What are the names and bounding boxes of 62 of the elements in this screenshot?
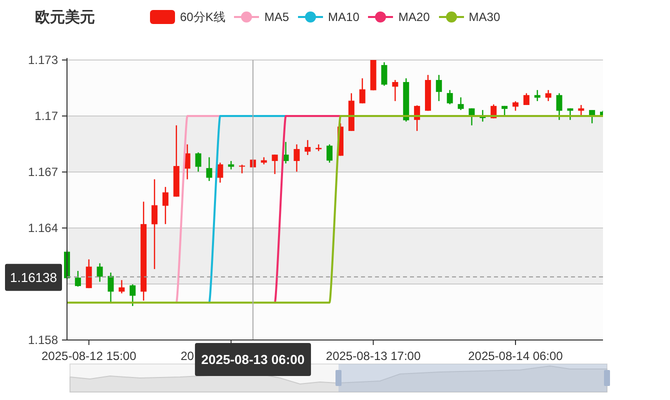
candlestick <box>195 152 202 172</box>
axis-label: 1.164 <box>28 221 58 235</box>
slider-handle[interactable] <box>336 370 342 386</box>
candlestick <box>468 108 475 126</box>
candlestick <box>239 164 246 174</box>
candlestick <box>512 101 518 111</box>
legend-item[interactable]: 60分K线 <box>150 8 226 26</box>
candlestick <box>74 270 81 287</box>
axis-label: 1.158 <box>28 333 58 347</box>
candlestick <box>446 90 453 104</box>
ref-line-label: 1.16138 <box>10 270 57 285</box>
candlestick <box>458 97 464 110</box>
candlestick <box>534 90 540 102</box>
candlestick <box>130 284 136 306</box>
candlestick <box>403 78 410 122</box>
candlestick <box>502 106 508 116</box>
candlestick <box>567 108 574 120</box>
candlestick <box>359 78 366 104</box>
price-tooltip: 1.16138 <box>5 264 62 291</box>
axis-label: 2025-08-13 17:00 <box>326 349 421 363</box>
legend-item[interactable]: MA5 <box>234 10 290 24</box>
candlestick <box>556 93 562 120</box>
axis-label: 1.17 <box>34 109 58 123</box>
candlestick <box>86 259 92 288</box>
axis-label: 20 <box>180 349 194 363</box>
candlestick <box>545 90 552 102</box>
candlestick <box>173 125 180 197</box>
candlestick <box>316 144 322 152</box>
chart-title: 欧元美元 <box>35 8 96 26</box>
x-tick-label: 2025-08-13 06:00 <box>201 352 305 367</box>
candlestick <box>217 162 224 183</box>
axis-label: 1.173 <box>28 53 58 67</box>
time-tooltip: 2025-08-13 06:00 <box>194 343 311 376</box>
candlestick <box>108 272 114 303</box>
axis-label: 1.167 <box>28 165 58 179</box>
candlestick <box>348 93 354 131</box>
axis-label: 2025-08-12 15:00 <box>42 349 136 363</box>
candlestick <box>381 62 388 86</box>
candlestick <box>436 74 442 102</box>
candlestick <box>282 142 289 164</box>
candlestick <box>272 154 278 174</box>
legend-item[interactable]: MA10 <box>298 10 360 24</box>
candlestick <box>184 144 190 180</box>
candlestick <box>260 157 267 164</box>
candlestick <box>118 280 125 294</box>
legend-item[interactable]: MA20 <box>368 10 430 24</box>
candlestick <box>326 144 333 163</box>
candlestick <box>414 105 420 131</box>
candlestick <box>294 144 300 172</box>
slider-handle[interactable] <box>604 370 610 386</box>
axis-label: 2025-08-14 06:00 <box>468 349 563 363</box>
candlestick <box>96 263 103 282</box>
candlestick <box>600 110 603 116</box>
candlestick <box>392 80 398 102</box>
candlestick <box>206 157 212 181</box>
candlestick <box>228 160 234 170</box>
candlestick <box>304 140 311 156</box>
candlestick <box>578 104 584 116</box>
candlestick <box>589 110 596 124</box>
candlestick <box>162 186 168 224</box>
legend-item[interactable]: MA30 <box>438 10 500 24</box>
candlestick <box>480 110 486 122</box>
